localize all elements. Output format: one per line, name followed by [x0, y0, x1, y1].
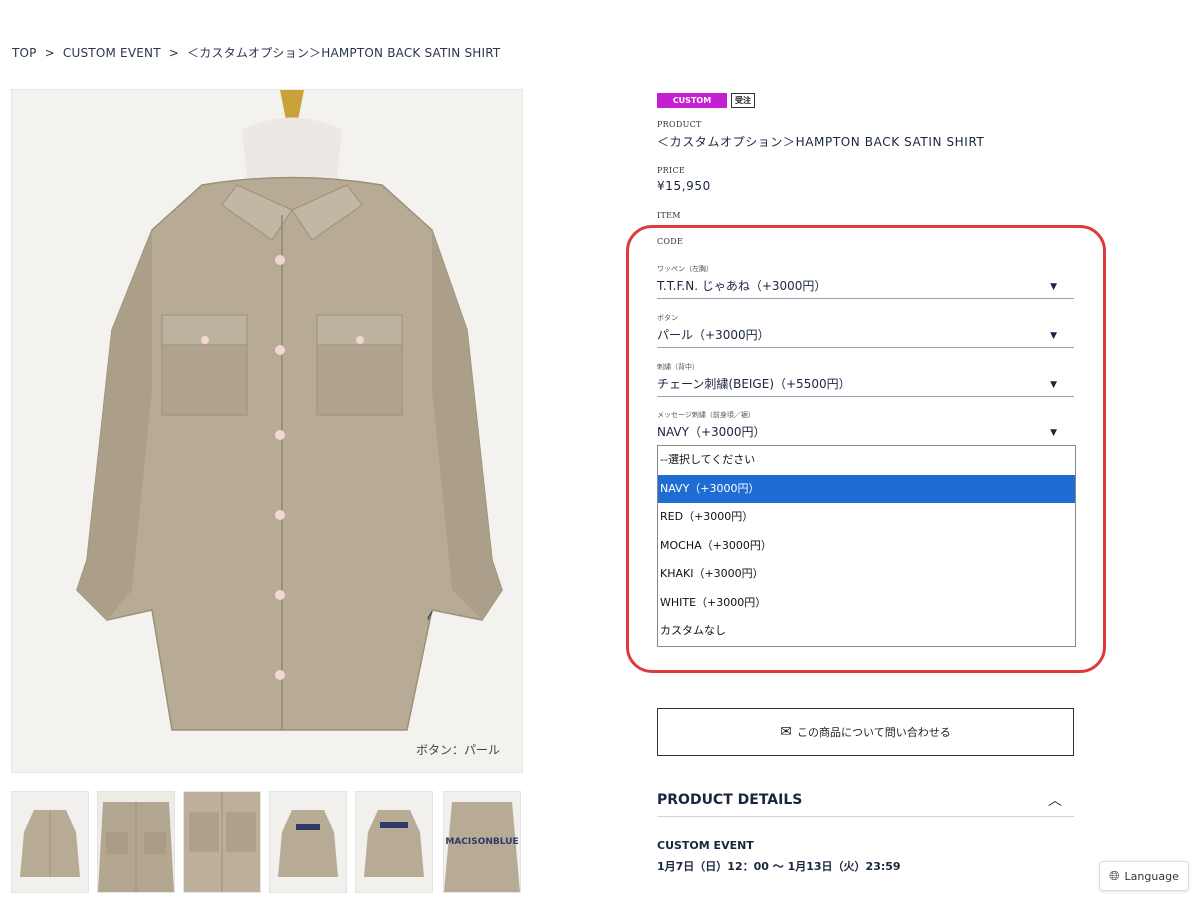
image-caption: ボタン：パール [415, 743, 500, 757]
dropdown-option[interactable]: MOCHA（+3000円） [658, 532, 1075, 561]
thumbnail-strip: MACISONBLUE [11, 791, 523, 893]
breadcrumb: TOP > CUSTOM EVENT > ＜カスタムオプション＞HAMPTON … [12, 44, 504, 61]
option-label-patch: ワッペン（左胸） [657, 265, 713, 273]
breadcrumb-separator: > [44, 46, 55, 60]
dropdown-option-selected[interactable]: NAVY（+3000円） [658, 474, 1075, 503]
main-product-image[interactable]: 𝓁 ボタン：パール [11, 89, 523, 773]
globe-icon: 🌐︎ [1109, 868, 1120, 884]
event-date: 1月7日（日）12：00 ～ 1月13日（火）23:59 [657, 860, 901, 873]
embroidery-select[interactable]: チェーン刺繍(BEIGE)（+5500円） ▼ [657, 374, 1074, 397]
shirt-illustration: 𝓁 [12, 90, 522, 772]
option-label-embroidery: 刺繍（背中） [657, 363, 699, 371]
inquiry-button[interactable]: ✉ この商品について問い合わせる [657, 708, 1074, 756]
chevron-down-icon: ▼ [1050, 428, 1057, 438]
thumbnail-1[interactable] [11, 791, 89, 893]
badge-group: CUSTOM 受注 [657, 93, 755, 109]
code-label: CODE [657, 237, 684, 246]
price-label: PRICE [657, 166, 686, 175]
thumbnail-5[interactable] [355, 791, 433, 893]
message-embroidery-select[interactable]: NAVY（+3000円） ▼ [657, 422, 1074, 444]
breadcrumb-top-link[interactable]: TOP [12, 46, 37, 60]
custom-badge: CUSTOM [657, 93, 727, 108]
product-details-heading: PRODUCT DETAILS [657, 792, 803, 808]
language-button[interactable]: 🌐︎ Language [1099, 861, 1189, 891]
chevron-down-icon: ▼ [1050, 380, 1057, 390]
patch-select-value: T.T.F.N. じゃあね（+3000円） [657, 279, 827, 293]
patch-select[interactable]: T.T.F.N. じゃあね（+3000円） ▼ [657, 276, 1074, 299]
thumbnail-3[interactable] [183, 791, 261, 893]
breadcrumb-separator: > [168, 46, 180, 60]
dropdown-option[interactable]: KHAKI（+3000円） [658, 560, 1075, 589]
product-details-header[interactable]: PRODUCT DETAILS ︿ [657, 790, 1074, 817]
product-price: ¥15,950 [657, 179, 711, 193]
product-name: ＜カスタムオプション＞HAMPTON BACK SATIN SHIRT [657, 135, 985, 149]
inquiry-label: この商品について問い合わせる [797, 726, 951, 739]
message-select-value: NAVY（+3000円） [657, 425, 766, 439]
option-label-message: メッセージ刺繍（前身頃／裾） [657, 411, 755, 419]
thumbnail-text: MACISONBLUE [445, 837, 518, 847]
chevron-down-icon: ▼ [1050, 282, 1057, 292]
button-select[interactable]: パール（+3000円） ▼ [657, 325, 1074, 348]
embroidery-select-value: チェーン刺繍(BEIGE)（+5500円） [657, 377, 851, 391]
dropdown-option[interactable]: カスタムなし [658, 617, 1075, 646]
event-title: CUSTOM EVENT [657, 839, 754, 852]
product-label: PRODUCT [657, 120, 702, 129]
thumbnail-2[interactable] [97, 791, 175, 893]
thumbnail-4[interactable] [269, 791, 347, 893]
mail-icon: ✉ [780, 724, 793, 740]
thumbnail-6[interactable]: MACISONBLUE [443, 791, 521, 893]
dropdown-option[interactable]: RED（+3000円） [658, 503, 1075, 532]
breadcrumb-event-link[interactable]: CUSTOM EVENT [63, 46, 161, 60]
item-label: ITEM [657, 211, 681, 220]
button-select-value: パール（+3000円） [657, 328, 770, 342]
option-label-button: ボタン [657, 314, 678, 322]
dropdown-option[interactable]: WHITE（+3000円） [658, 589, 1075, 618]
chevron-down-icon: ▼ [1050, 331, 1057, 341]
order-badge: 受注 [731, 93, 755, 108]
chevron-up-icon[interactable]: ︿ [1048, 790, 1062, 810]
dropdown-option[interactable]: --選択してください [658, 446, 1075, 475]
language-label: Language [1124, 869, 1179, 883]
breadcrumb-current: ＜カスタムオプション＞HAMPTON BACK SATIN SHIRT [187, 46, 501, 60]
message-embroidery-dropdown: --選択してください NAVY（+3000円） RED（+3000円） MOCH… [657, 445, 1076, 647]
